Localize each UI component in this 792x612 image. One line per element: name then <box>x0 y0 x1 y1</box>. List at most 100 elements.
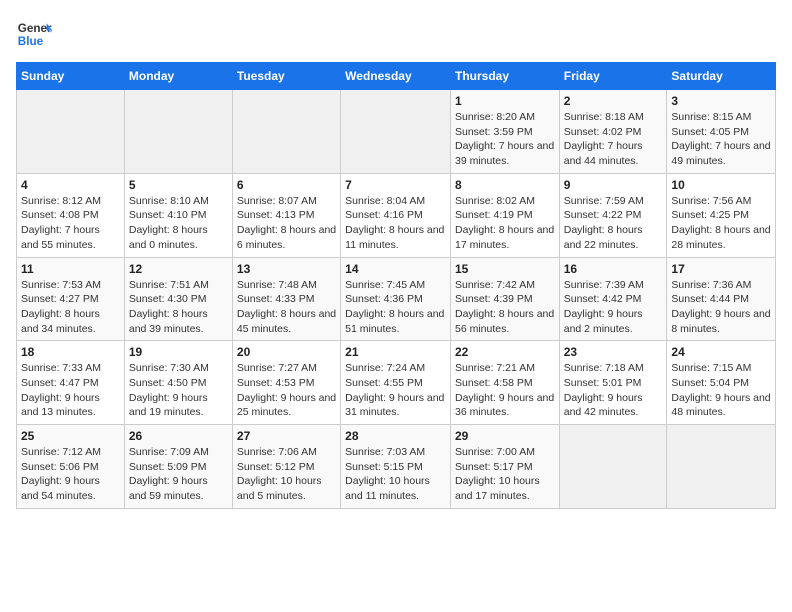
day-number: 6 <box>237 178 336 192</box>
calendar-cell: 13 Sunrise: 7:48 AM Sunset: 4:33 PM Dayli… <box>232 257 340 341</box>
day-number: 23 <box>564 345 663 359</box>
calendar-cell: 19 Sunrise: 7:30 AM Sunset: 4:50 PM Dayli… <box>124 341 232 425</box>
day-number: 4 <box>21 178 120 192</box>
day-header-tuesday: Tuesday <box>232 63 340 90</box>
calendar-week-row: 25 Sunrise: 7:12 AM Sunset: 5:06 PM Dayli… <box>17 425 776 509</box>
day-number: 19 <box>129 345 228 359</box>
calendar-cell: 22 Sunrise: 7:21 AM Sunset: 4:58 PM Dayli… <box>450 341 559 425</box>
calendar-cell: 23 Sunrise: 7:18 AM Sunset: 5:01 PM Dayli… <box>559 341 667 425</box>
day-info: Sunrise: 7:21 AM Sunset: 4:58 PM Dayligh… <box>455 361 555 420</box>
calendar-cell <box>559 425 667 509</box>
day-number: 15 <box>455 262 555 276</box>
calendar-cell: 2 Sunrise: 8:18 AM Sunset: 4:02 PM Daylig… <box>559 90 667 174</box>
day-info: Sunrise: 7:56 AM Sunset: 4:25 PM Dayligh… <box>671 194 771 253</box>
day-number: 17 <box>671 262 771 276</box>
calendar-cell: 16 Sunrise: 7:39 AM Sunset: 4:42 PM Dayli… <box>559 257 667 341</box>
day-info: Sunrise: 7:30 AM Sunset: 4:50 PM Dayligh… <box>129 361 228 420</box>
calendar-cell: 25 Sunrise: 7:12 AM Sunset: 5:06 PM Dayli… <box>17 425 125 509</box>
calendar-cell: 21 Sunrise: 7:24 AM Sunset: 4:55 PM Dayli… <box>341 341 451 425</box>
day-info: Sunrise: 7:06 AM Sunset: 5:12 PM Dayligh… <box>237 445 336 504</box>
day-number: 5 <box>129 178 228 192</box>
calendar-cell: 7Sunrise: 8:04 AM Sunset: 4:16 PM Daylig… <box>341 173 451 257</box>
calendar-cell: 29 Sunrise: 7:00 AM Sunset: 5:17 PM Dayli… <box>450 425 559 509</box>
logo: General Blue <box>16 16 56 52</box>
calendar-cell: 6 Sunrise: 8:07 AM Sunset: 4:13 PM Daylig… <box>232 173 340 257</box>
day-number: 7 <box>345 178 446 192</box>
day-info: Sunrise: 7:12 AM Sunset: 5:06 PM Dayligh… <box>21 445 120 504</box>
calendar-cell: 10 Sunrise: 7:56 AM Sunset: 4:25 PM Dayli… <box>667 173 776 257</box>
calendar-cell <box>17 90 125 174</box>
day-info: Sunrise: 7:15 AM Sunset: 5:04 PM Dayligh… <box>671 361 771 420</box>
day-info: Sunrise: 8:02 AM Sunset: 4:19 PM Dayligh… <box>455 194 555 253</box>
calendar-header-row: SundayMondayTuesdayWednesdayThursdayFrid… <box>17 63 776 90</box>
day-header-thursday: Thursday <box>450 63 559 90</box>
day-info: Sunrise: 8:12 AM Sunset: 4:08 PM Dayligh… <box>21 194 120 253</box>
day-header-monday: Monday <box>124 63 232 90</box>
day-info: Sunrise: 7:39 AM Sunset: 4:42 PM Dayligh… <box>564 278 663 337</box>
day-number: 21 <box>345 345 446 359</box>
day-number: 24 <box>671 345 771 359</box>
calendar-cell: 14 Sunrise: 7:45 AM Sunset: 4:36 PM Dayli… <box>341 257 451 341</box>
day-number: 22 <box>455 345 555 359</box>
day-info: Sunrise: 7:27 AM Sunset: 4:53 PM Dayligh… <box>237 361 336 420</box>
header: General Blue <box>16 16 776 52</box>
calendar-cell: 24 Sunrise: 7:15 AM Sunset: 5:04 PM Dayli… <box>667 341 776 425</box>
day-number: 26 <box>129 429 228 443</box>
day-number: 27 <box>237 429 336 443</box>
calendar-cell: 17 Sunrise: 7:36 AM Sunset: 4:44 PM Dayli… <box>667 257 776 341</box>
day-info: Sunrise: 7:48 AM Sunset: 4:33 PM Dayligh… <box>237 278 336 337</box>
day-number: 11 <box>21 262 120 276</box>
day-number: 3 <box>671 94 771 108</box>
day-number: 12 <box>129 262 228 276</box>
day-info: Sunrise: 8:10 AM Sunset: 4:10 PM Dayligh… <box>129 194 228 253</box>
calendar-cell <box>667 425 776 509</box>
day-info: Sunrise: 7:24 AM Sunset: 4:55 PM Dayligh… <box>345 361 446 420</box>
day-info: Sunrise: 8:15 AM Sunset: 4:05 PM Dayligh… <box>671 110 771 169</box>
calendar-cell: 15 Sunrise: 7:42 AM Sunset: 4:39 PM Dayli… <box>450 257 559 341</box>
calendar-table: SundayMondayTuesdayWednesdayThursdayFrid… <box>16 62 776 509</box>
day-number: 25 <box>21 429 120 443</box>
calendar-cell <box>124 90 232 174</box>
day-number: 18 <box>21 345 120 359</box>
calendar-week-row: 11Sunrise: 7:53 AM Sunset: 4:27 PM Dayli… <box>17 257 776 341</box>
svg-text:Blue: Blue <box>18 35 44 48</box>
day-number: 29 <box>455 429 555 443</box>
day-number: 10 <box>671 178 771 192</box>
calendar-cell: 8 Sunrise: 8:02 AM Sunset: 4:19 PM Daylig… <box>450 173 559 257</box>
day-info: Sunrise: 7:42 AM Sunset: 4:39 PM Dayligh… <box>455 278 555 337</box>
calendar-week-row: 4 Sunrise: 8:12 AM Sunset: 4:08 PM Daylig… <box>17 173 776 257</box>
day-number: 14 <box>345 262 446 276</box>
day-header-sunday: Sunday <box>17 63 125 90</box>
day-info: Sunrise: 8:20 AM Sunset: 3:59 PM Dayligh… <box>455 110 555 169</box>
calendar-cell: 26Sunrise: 7:09 AM Sunset: 5:09 PM Dayli… <box>124 425 232 509</box>
day-number: 28 <box>345 429 446 443</box>
day-number: 16 <box>564 262 663 276</box>
calendar-cell: 11Sunrise: 7:53 AM Sunset: 4:27 PM Dayli… <box>17 257 125 341</box>
day-number: 2 <box>564 94 663 108</box>
day-info: Sunrise: 7:18 AM Sunset: 5:01 PM Dayligh… <box>564 361 663 420</box>
calendar-cell <box>232 90 340 174</box>
day-header-saturday: Saturday <box>667 63 776 90</box>
day-number: 8 <box>455 178 555 192</box>
day-info: Sunrise: 7:00 AM Sunset: 5:17 PM Dayligh… <box>455 445 555 504</box>
day-info: Sunrise: 7:36 AM Sunset: 4:44 PM Dayligh… <box>671 278 771 337</box>
calendar-cell: 28Sunrise: 7:03 AM Sunset: 5:15 PM Dayli… <box>341 425 451 509</box>
calendar-cell: 9Sunrise: 7:59 AM Sunset: 4:22 PM Daylig… <box>559 173 667 257</box>
day-info: Sunrise: 7:45 AM Sunset: 4:36 PM Dayligh… <box>345 278 446 337</box>
calendar-week-row: 18 Sunrise: 7:33 AM Sunset: 4:47 PM Dayli… <box>17 341 776 425</box>
calendar-cell: 12Sunrise: 7:51 AM Sunset: 4:30 PM Dayli… <box>124 257 232 341</box>
calendar-cell: 5 Sunrise: 8:10 AM Sunset: 4:10 PM Daylig… <box>124 173 232 257</box>
day-number: 1 <box>455 94 555 108</box>
day-number: 20 <box>237 345 336 359</box>
calendar-cell: 1 Sunrise: 8:20 AM Sunset: 3:59 PM Daylig… <box>450 90 559 174</box>
logo-icon: General Blue <box>16 16 52 52</box>
calendar-week-row: 1 Sunrise: 8:20 AM Sunset: 3:59 PM Daylig… <box>17 90 776 174</box>
day-info: Sunrise: 8:07 AM Sunset: 4:13 PM Dayligh… <box>237 194 336 253</box>
day-header-friday: Friday <box>559 63 667 90</box>
day-info: Sunrise: 8:18 AM Sunset: 4:02 PM Dayligh… <box>564 110 663 169</box>
calendar-cell: 4 Sunrise: 8:12 AM Sunset: 4:08 PM Daylig… <box>17 173 125 257</box>
calendar-cell <box>341 90 451 174</box>
day-info: Sunrise: 7:33 AM Sunset: 4:47 PM Dayligh… <box>21 361 120 420</box>
day-number: 13 <box>237 262 336 276</box>
calendar-cell: 3 Sunrise: 8:15 AM Sunset: 4:05 PM Daylig… <box>667 90 776 174</box>
